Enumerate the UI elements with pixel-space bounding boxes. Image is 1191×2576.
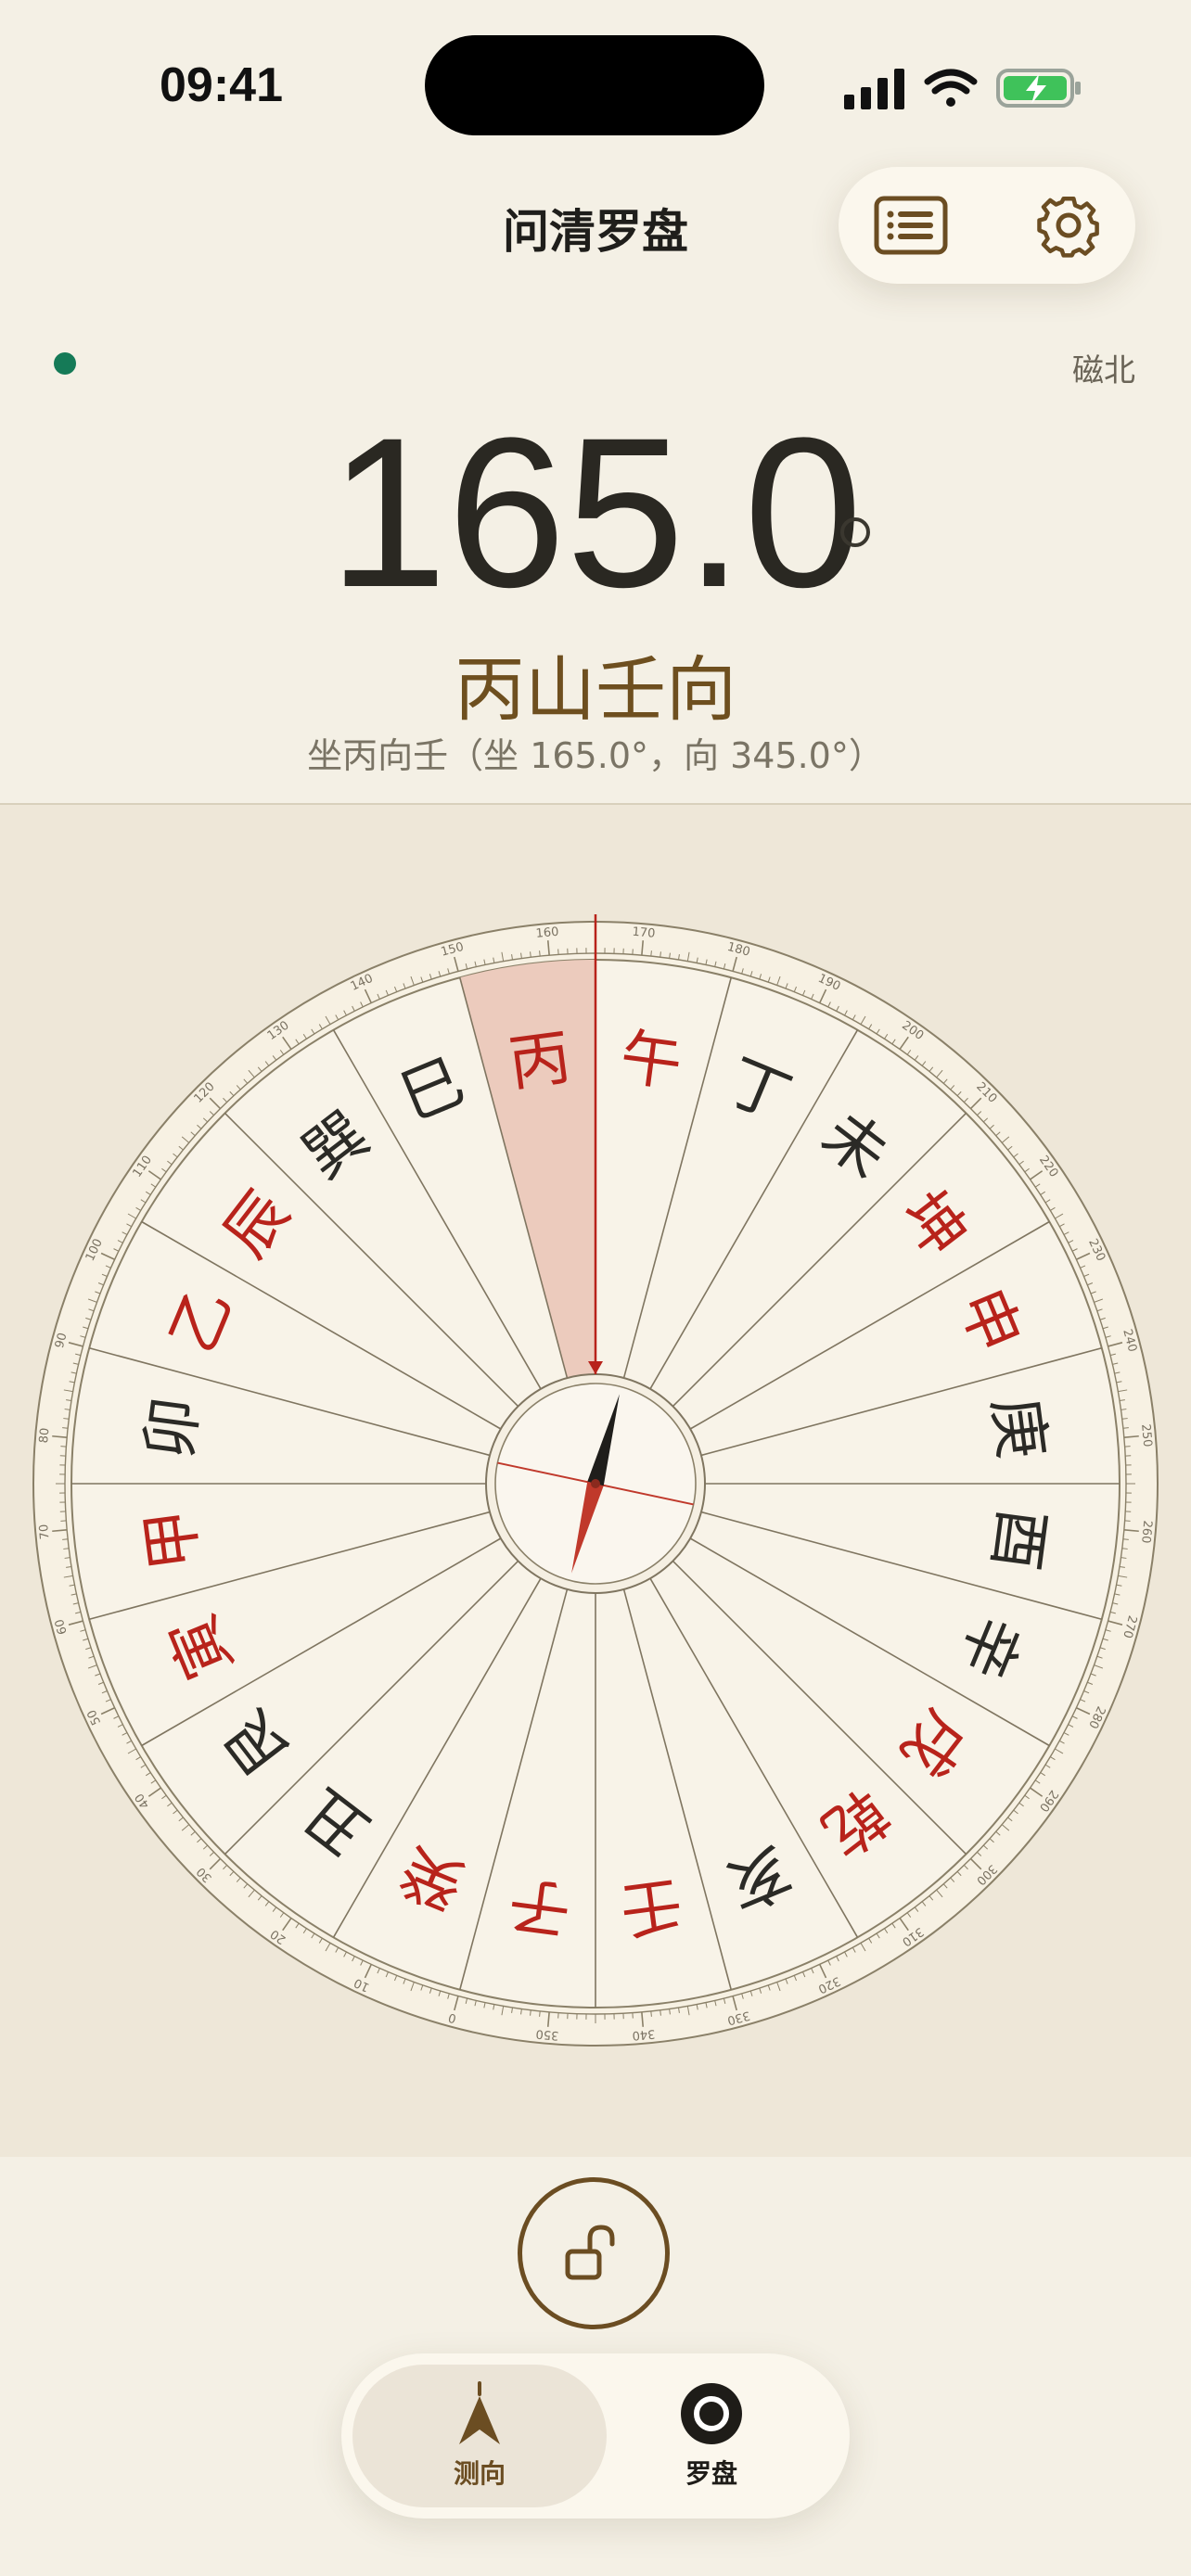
dynamic-island <box>425 35 764 135</box>
mountain-label: 庚 <box>980 1393 1058 1462</box>
degree-tick <box>539 950 541 957</box>
mountain-direction-name: 丙山壬向 <box>455 648 736 731</box>
settings-button[interactable] <box>1031 188 1106 262</box>
header-actions <box>839 167 1135 284</box>
degree-label: 160 <box>535 925 559 941</box>
mountain-label: 午 <box>616 1021 685 1100</box>
degree-tick <box>62 1427 69 1429</box>
mountain-label: 子 <box>505 1868 574 1946</box>
heading-value: 165.0 <box>328 393 863 631</box>
compass-dial[interactable]: 0102030405060708090100110120130140150160… <box>20 909 1171 2059</box>
records-button[interactable] <box>874 188 948 262</box>
degree-tick <box>1122 1538 1129 1540</box>
gear-icon <box>1037 196 1099 258</box>
degree-symbol <box>840 517 870 547</box>
unlock-icon <box>565 2225 615 2280</box>
degree-tick <box>650 2010 652 2017</box>
mountain-label: 卯 <box>133 1393 211 1462</box>
tab-compass[interactable]: 罗盘 <box>584 2365 839 2507</box>
status-time: 09:41 <box>160 58 283 112</box>
mountain-label: 酉 <box>980 1504 1058 1574</box>
tab-compass-label: 罗盘 <box>685 2458 737 2489</box>
degree-tick <box>539 2010 541 2017</box>
sensor-status-dot <box>54 352 76 375</box>
tab-direction-label: 测向 <box>453 2458 506 2489</box>
status-icons <box>842 61 1083 113</box>
degree-tick <box>62 1538 69 1540</box>
direction-arrow-icon <box>459 2381 500 2444</box>
degree-label: 170 <box>632 925 656 941</box>
north-mode-toggle[interactable]: 磁北 <box>1072 345 1135 390</box>
needle-pivot <box>591 1479 600 1488</box>
degree-label: 250 <box>1138 1423 1154 1447</box>
tab-direction[interactable]: 测向 <box>352 2365 607 2507</box>
mountain-label: 壬 <box>616 1868 685 1946</box>
degree-tick <box>650 950 652 957</box>
degree-label: 350 <box>535 2026 559 2042</box>
degree-label: 70 <box>37 1524 52 1540</box>
mountain-label: 丙 <box>505 1021 574 1100</box>
list-icon <box>874 196 948 255</box>
battery-charging-icon <box>996 69 1081 108</box>
mountain-label: 甲 <box>133 1504 211 1574</box>
lock-heading-button[interactable] <box>518 2177 670 2329</box>
degree-label: 340 <box>632 2026 656 2042</box>
wifi-icon <box>924 69 978 107</box>
degree-label: 260 <box>1138 1520 1154 1544</box>
tab-bar: 测向 罗盘 <box>341 2353 850 2519</box>
mountain-direction-detail: 坐丙向壬（坐 165.0°，向 345.0°） <box>307 735 884 776</box>
compass-ring-icon <box>681 2383 742 2444</box>
degree-label: 80 <box>37 1427 52 1444</box>
cellular-signal-icon <box>844 69 904 109</box>
degree-tick <box>1122 1427 1129 1429</box>
